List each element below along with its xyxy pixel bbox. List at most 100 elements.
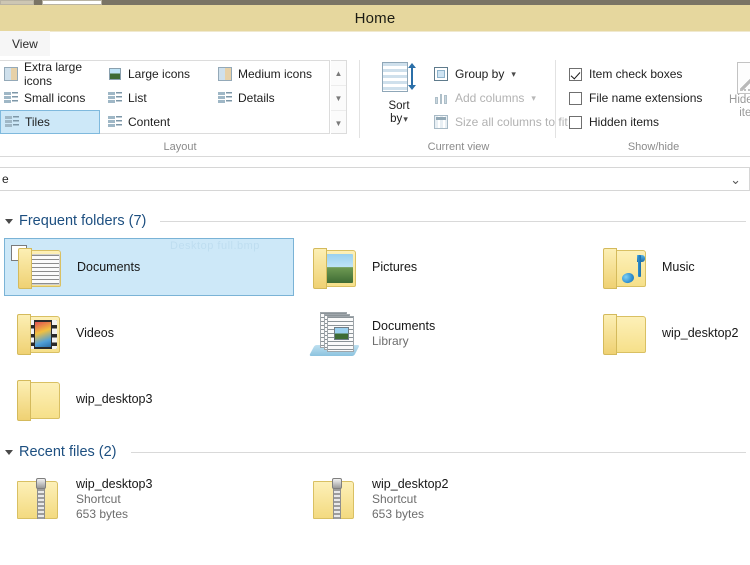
ribbon-tab-strip-filler: [47, 31, 750, 57]
collapse-triangle-icon[interactable]: [5, 449, 13, 455]
layout-item-label: Content: [128, 115, 171, 129]
list-item[interactable]: Documents Library: [300, 304, 530, 362]
group-by-label: Group by: [455, 67, 505, 81]
list-item[interactable]: Documents: [4, 238, 294, 296]
tab-view[interactable]: View: [0, 31, 50, 56]
ribbon-group-show-hide: Item check boxes File name extensions Hi…: [557, 56, 750, 156]
hide-selected-label-line1: Hide sele: [729, 94, 750, 106]
gallery-scroll-down-icon[interactable]: ▼: [331, 85, 346, 110]
size-all-columns-to-fit-button[interactable]: Size all columns to fit: [433, 110, 568, 134]
chevron-down-icon[interactable]: ⌄: [730, 172, 741, 188]
item-file-size: 653 bytes: [76, 507, 129, 521]
item-text: Pictures: [372, 259, 417, 275]
sort-by-label-line1: Sort: [388, 100, 410, 112]
sort-by-button[interactable]: Sort by▾: [371, 60, 427, 134]
layout-item-label: Medium icons: [238, 67, 313, 81]
section-header-frequent-folders[interactable]: Frequent folders (7): [0, 210, 750, 232]
item-name: Music: [662, 260, 695, 274]
library-documents-icon: [309, 309, 362, 357]
ribbon-group-current-view: Sort by▾ Group by ▾ Add columns ▾ Size a…: [361, 56, 568, 156]
list-item[interactable]: wip_desktop3 Shortcut 653 bytes: [4, 468, 294, 530]
section-header-label: Recent files (2): [19, 444, 117, 460]
section-rule: [160, 220, 746, 222]
layout-extra-large-icons[interactable]: Extra large icons: [0, 60, 100, 88]
checkbox-icon[interactable]: [569, 67, 582, 81]
medium-icons-icon: [217, 66, 233, 82]
hide-selected-items-icon: [737, 62, 750, 94]
add-columns-icon: [433, 90, 449, 106]
item-subtitle: Shortcut: [76, 492, 121, 506]
group-label-current-view: Current view: [427, 141, 490, 153]
collapse-triangle-icon[interactable]: [5, 218, 13, 224]
checkbox-hidden-items[interactable]: Hidden items: [569, 110, 659, 134]
layout-large-icons[interactable]: Large icons: [104, 62, 212, 86]
folder-documents-icon: [15, 243, 67, 291]
item-file-size: 653 bytes: [372, 507, 425, 521]
layout-gallery: Extra large icons Large icons Medium ico…: [0, 60, 330, 134]
layout-list[interactable]: List: [104, 86, 212, 110]
item-name: Pictures: [372, 260, 418, 274]
item-name: wip_desktop2: [372, 477, 449, 491]
group-label-layout: Layout: [163, 141, 197, 153]
list-item[interactable]: wip_desktop2 Shortcut 653 bytes: [300, 468, 540, 530]
ribbon-tab-strip: View: [0, 31, 750, 57]
layout-item-label: List: [128, 91, 147, 105]
title-bar: Home: [0, 5, 750, 31]
group-by-icon: [433, 66, 449, 82]
list-item[interactable]: Music: [590, 238, 750, 296]
tab-view-label: View: [12, 36, 38, 51]
size-columns-label: Size all columns to fit: [455, 115, 568, 129]
zipped-folder-icon: [14, 475, 66, 523]
layout-details[interactable]: Details: [214, 86, 330, 110]
size-columns-icon: [433, 114, 449, 130]
folder-music-icon: [600, 243, 652, 291]
layout-tiles[interactable]: Tiles: [0, 110, 100, 134]
item-text: wip_desktop2 Shortcut 653 bytes: [372, 476, 448, 522]
list-item[interactable]: wip_desktop2: [590, 304, 750, 362]
gallery-scroll-up-icon[interactable]: ▲: [331, 61, 346, 85]
add-columns-button[interactable]: Add columns ▾: [433, 86, 536, 110]
zipped-folder-icon: [310, 475, 362, 523]
list-item[interactable]: wip_desktop3: [4, 370, 294, 428]
small-icons-icon: [3, 90, 19, 106]
sort-by-label: Sort by▾: [388, 100, 409, 126]
item-name: Documents: [77, 260, 141, 274]
layout-small-icons[interactable]: Small icons: [0, 86, 100, 110]
list-item[interactable]: Pictures: [300, 238, 530, 296]
gallery-expand-icon[interactable]: ▼: [331, 110, 346, 135]
extra-large-icons-icon: [3, 66, 19, 82]
list-item[interactable]: Videos: [4, 304, 294, 362]
layout-gallery-scroll[interactable]: ▲ ▼ ▼: [331, 60, 347, 134]
checkbox-label: Item check boxes: [589, 67, 683, 81]
item-text: wip_desktop2: [662, 325, 738, 341]
group-by-button[interactable]: Group by ▾: [433, 62, 516, 86]
checkbox-file-name-extensions[interactable]: File name extensions: [569, 86, 702, 110]
add-columns-label: Add columns: [455, 91, 525, 105]
item-text: Videos: [76, 325, 114, 341]
checkbox-icon[interactable]: [569, 115, 582, 129]
address-bar[interactable]: e ⌄: [0, 167, 750, 191]
item-name: wip_desktop2: [662, 326, 739, 340]
item-text: Music: [662, 259, 695, 275]
large-icons-icon: [107, 66, 123, 82]
item-text: Documents Library: [372, 318, 435, 349]
section-header-recent-files[interactable]: Recent files (2): [0, 441, 750, 463]
checkbox-icon[interactable]: [569, 91, 582, 105]
group-label-show-hide: Show/hide: [627, 141, 680, 153]
checkbox-item-check-boxes[interactable]: Item check boxes: [569, 62, 682, 86]
checkbox-label: File name extensions: [589, 91, 703, 105]
layout-item-label: Details: [238, 91, 275, 105]
item-name: wip_desktop3: [76, 392, 153, 406]
item-text: wip_desktop3 Shortcut 653 bytes: [76, 476, 152, 522]
content-icon: [107, 114, 123, 130]
window-title: Home: [354, 9, 396, 27]
layout-item-label: Extra large icons: [24, 60, 83, 88]
section-header-label: Frequent folders (7): [19, 213, 147, 229]
sort-by-caret-icon: ▾: [403, 114, 408, 124]
layout-content[interactable]: Content: [104, 110, 212, 134]
ribbon: Extra large icons Large icons Medium ico…: [0, 56, 750, 157]
hide-selected-items-button[interactable]: Hide sele items: [723, 60, 750, 120]
layout-item-label: Tiles: [25, 115, 50, 129]
folder-plain-icon: [14, 375, 66, 423]
layout-medium-icons[interactable]: Medium icons: [214, 62, 330, 86]
